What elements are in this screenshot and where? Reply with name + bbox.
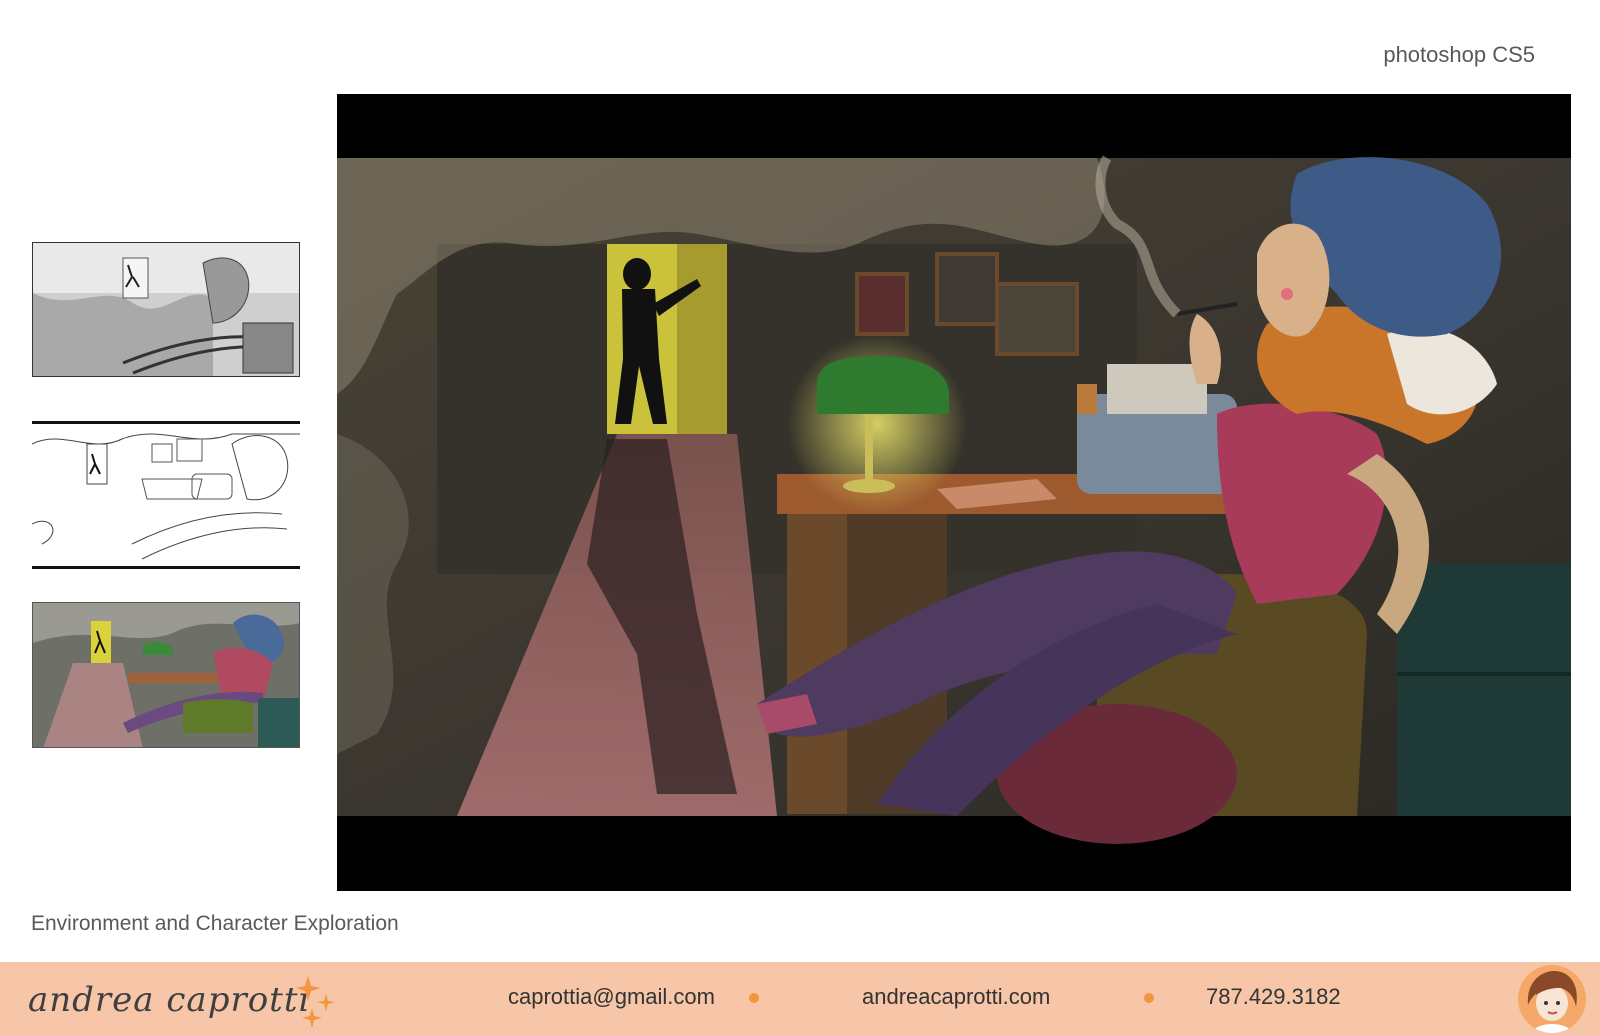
sparkle-icon bbox=[296, 976, 335, 1028]
thumbnail-rough-sketch bbox=[32, 242, 300, 377]
email-link[interactable]: caprottia@gmail.com bbox=[508, 984, 715, 1010]
caption: Environment and Character Exploration bbox=[31, 912, 399, 935]
thumbnail-line-art bbox=[32, 421, 300, 569]
footer-bar: andrea caprotti caprottia@gmail.com andr… bbox=[0, 962, 1600, 1035]
separator-dot bbox=[749, 993, 759, 1003]
software-label: photoshop CS5 bbox=[1383, 42, 1535, 67]
avatar bbox=[1518, 965, 1586, 1033]
signature-logo: andrea caprotti bbox=[26, 966, 346, 1032]
thumbnail-color-study bbox=[32, 602, 300, 748]
phone-number: 787.429.3182 bbox=[1206, 984, 1341, 1009]
separator-dot bbox=[1144, 993, 1154, 1003]
website-link[interactable]: andreacaprotti.com bbox=[862, 984, 1050, 1010]
main-illustration bbox=[337, 94, 1571, 891]
signature-text: andrea caprotti bbox=[28, 980, 311, 1020]
